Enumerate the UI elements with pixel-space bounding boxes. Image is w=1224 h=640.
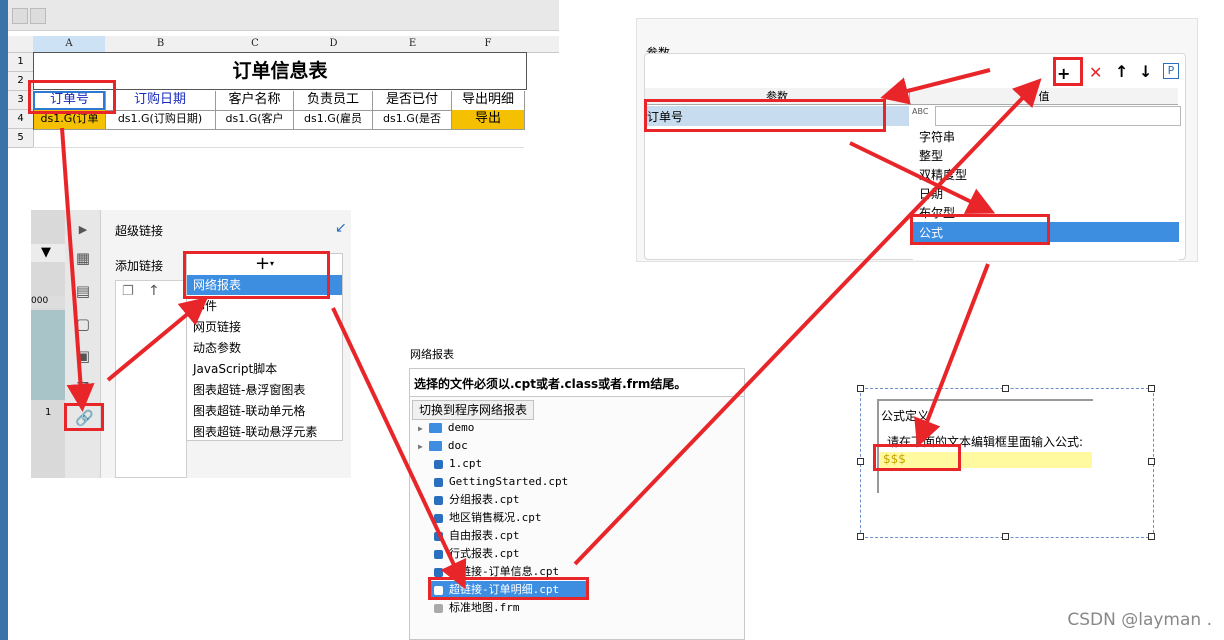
arrow-line — [60, 127, 95, 412]
annotation-arrows — [60, 68, 1042, 590]
arrow-line — [914, 263, 990, 448]
watermark: CSDN @layman . — [1067, 610, 1212, 630]
arrow-line — [880, 68, 991, 105]
arrow-line — [106, 296, 209, 382]
arrow-line — [331, 307, 467, 590]
